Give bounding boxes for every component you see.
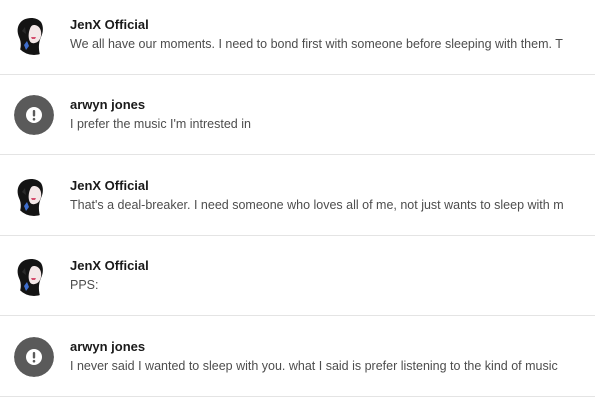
comment-author[interactable]: JenX Official [70,178,149,193]
comment-list: JenX Official We all have our moments. I… [0,0,595,400]
comment-text: I prefer the music I'm intrested in [70,117,251,131]
comment-text: PPS: [70,278,99,292]
comment-author[interactable]: arwyn jones [70,339,145,354]
comment-item[interactable]: JenX Official PPS: [0,236,595,316]
jenx-avatar[interactable] [14,256,54,296]
comment-item[interactable]: arwyn jones I prefer the music I'm intre… [0,75,595,155]
comment-item[interactable]: arwyn jones I never said I wanted to sle… [0,317,595,397]
comment-author[interactable]: JenX Official [70,17,149,32]
comment-item[interactable]: JenX Official We all have our moments. I… [0,0,595,75]
comment-text: I never said I wanted to sleep with you.… [70,359,558,373]
alert-avatar-icon[interactable] [14,337,54,377]
jenx-avatar[interactable] [14,176,54,216]
alert-avatar-icon[interactable] [14,95,54,135]
comment-author[interactable]: JenX Official [70,258,149,273]
comment-item[interactable]: JenX Official That's a deal-breaker. I n… [0,156,595,236]
comment-text: We all have our moments. I need to bond … [70,37,563,51]
comment-text: That's a deal-breaker. I need someone wh… [70,198,564,212]
jenx-avatar[interactable] [14,15,54,55]
comment-author[interactable]: arwyn jones [70,97,145,112]
